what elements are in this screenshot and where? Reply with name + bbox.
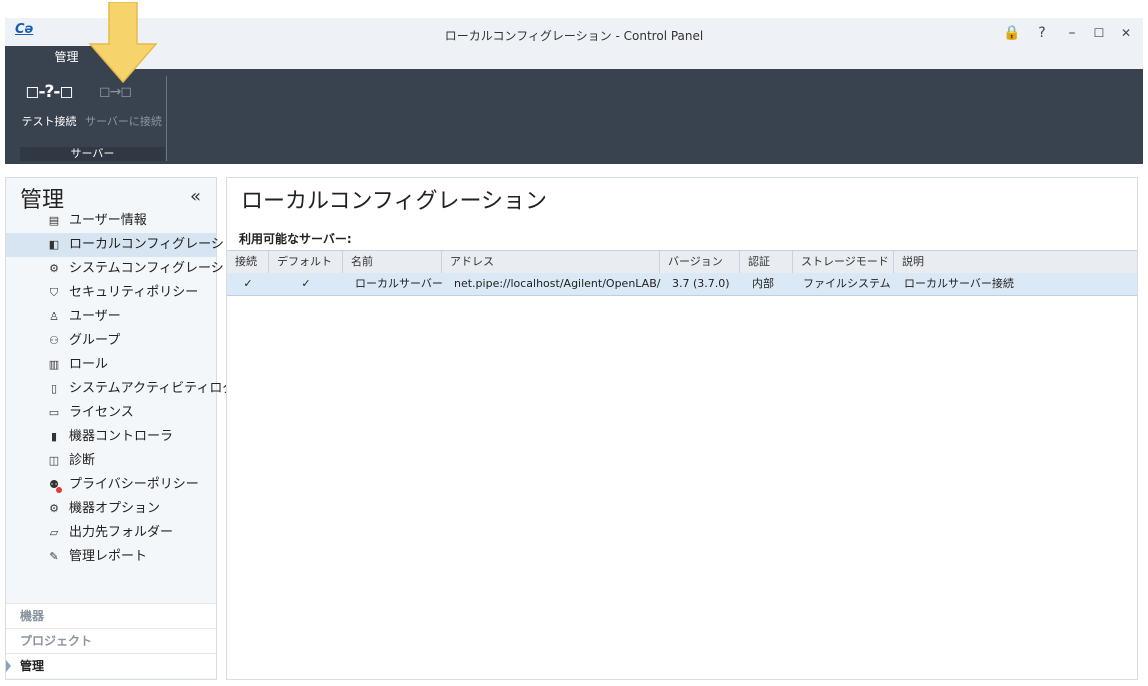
sidebar: 管理 « ▤ ユーザー情報 ◧ ローカルコンフィグレーション ⚙ システムコンフ… (5, 177, 250, 680)
cell-auth: 内部 (752, 277, 774, 290)
maximize-button[interactable]: ☐ (1088, 23, 1110, 43)
sidebar-item-label: ロール (69, 357, 109, 372)
group-icon: ⚇ (49, 334, 59, 347)
main-panel: ローカルコンフィグレーション 利用可能なサーバー: 接続 デフォルト 名前 アド… (226, 177, 1138, 680)
sidebar-item-label: 管理レポート (69, 549, 148, 564)
diagnostics-icon: ◫ (48, 454, 60, 467)
help-button[interactable]: ? (1031, 23, 1053, 43)
sidebar-item-users[interactable]: ♙ ユーザー (6, 305, 216, 329)
column-header-storage-mode[interactable]: ストレージモード (793, 251, 894, 273)
instrument-options-icon: ⚙ (49, 502, 59, 515)
alert-dot-icon (56, 487, 62, 493)
ribbon: ◻-?-◻ テスト接続 ◻→◻ サーバーに接続 サーバー (5, 69, 1143, 164)
section-label: 機器 (20, 609, 45, 623)
user-info-icon: ▤ (48, 214, 60, 227)
connect-server-label: サーバーに接続 (85, 115, 162, 128)
collapse-sidebar-button[interactable]: « (190, 186, 201, 207)
gear-icon: ⚙ (49, 262, 59, 275)
ribbon-tab-row: 管理 (5, 46, 1143, 69)
sidebar-item-label: グループ (69, 333, 121, 348)
ribbon-group-label: サーバー (20, 147, 165, 161)
section-administration[interactable]: 管理 (6, 653, 216, 678)
activity-log-icon: ▯ (50, 382, 58, 395)
sidebar-item-groups[interactable]: ⚇ グループ (6, 329, 216, 353)
folder-icon: ▱ (49, 526, 59, 539)
test-connection-button[interactable]: ◻-?-◻ テスト接続 (19, 77, 79, 137)
window-title: ローカルコンフィグレーション - Control Panel (444, 29, 704, 43)
annotation-arrow-icon (88, 2, 158, 84)
sidebar-item-security-policy[interactable]: ⛉ セキュリティポリシー (6, 281, 216, 305)
column-header-description[interactable]: 説明 (894, 251, 1137, 273)
selected-marker-icon (6, 660, 11, 672)
sidebar-item-local-configuration[interactable]: ◧ ローカルコンフィグレーション (6, 233, 250, 257)
sidebar-item-label: 機器コントローラ (69, 429, 174, 444)
sidebar-item-label: ユーザー情報 (69, 213, 147, 228)
shield-icon: ⛉ (49, 286, 59, 299)
sidebar-item-roles[interactable]: ▥ ロール (6, 353, 216, 377)
sidebar-item-label: セキュリティポリシー (69, 285, 199, 300)
sidebar-item-output-folders[interactable]: ▱ 出力先フォルダー (6, 521, 216, 545)
sidebar-item-label: 出力先フォルダー (69, 525, 174, 540)
section-label: 管理 (20, 659, 45, 673)
cell-description: ローカルサーバー接続 (904, 277, 1014, 290)
section-label: プロジェクト (20, 634, 93, 648)
lock-icon[interactable]: 🔒 (1001, 23, 1023, 43)
table-header: 接続 デフォルト 名前 アドレス バージョン 認証 ストレージモード 説明 (227, 250, 1137, 274)
column-header-version[interactable]: バージョン (660, 251, 740, 273)
sidebar-item-system-configuration[interactable]: ⚙ システムコンフィグレーション (6, 257, 250, 281)
instrument-controller-icon: ▮ (50, 430, 58, 443)
user-icon: ♙ (49, 310, 59, 323)
section-instruments[interactable]: 機器 (6, 603, 216, 628)
ribbon-group-separator (166, 76, 167, 161)
column-header-connected[interactable]: 接続 (227, 251, 269, 273)
column-header-address[interactable]: アドレス (442, 251, 660, 273)
cell-storage-mode: ファイルシステム (803, 277, 891, 290)
column-header-name[interactable]: 名前 (343, 251, 442, 273)
sidebar-item-label: 診断 (69, 453, 96, 468)
section-projects[interactable]: プロジェクト (6, 628, 216, 653)
close-button[interactable]: ✕ (1115, 23, 1137, 43)
sidebar-item-licenses[interactable]: ▭ ライセンス (6, 401, 216, 425)
sidebar-item-system-activity-log[interactable]: ▯ システムアクティビティログ (6, 377, 235, 401)
cell-name: ローカルサーバー (355, 277, 443, 290)
sidebar-item-admin-reports[interactable]: ✎ 管理レポート (6, 545, 216, 569)
sidebar-item-label: ユーザー (69, 309, 121, 324)
sidebar-item-label: プライバシーポリシー (69, 477, 199, 492)
cell-connected: ✓ (243, 277, 253, 290)
cell-default: ✓ (301, 277, 311, 290)
sidebar-item-label: システムアクティビティログ (69, 381, 236, 396)
page-title: ローカルコンフィグレーション (241, 189, 548, 214)
sidebar-item-label: ローカルコンフィグレーション (69, 237, 250, 252)
sidebar-item-label: 機器オプション (69, 501, 161, 516)
sidebar-item-diagnostics[interactable]: ◫ 診断 (6, 449, 216, 473)
sidebar-item-privacy-policy[interactable]: ⚉ プライバシーポリシー (6, 473, 216, 497)
column-header-auth[interactable]: 認証 (740, 251, 793, 273)
privacy-icon: ⚉ (49, 478, 59, 491)
sidebar-item-instrument-controllers[interactable]: ▮ 機器コントローラ (6, 425, 216, 449)
local-config-icon: ◧ (48, 238, 60, 251)
license-icon: ▭ (48, 406, 60, 419)
minimize-button[interactable]: – (1061, 23, 1083, 43)
role-icon: ▥ (48, 358, 60, 371)
table-row[interactable]: ✓ ✓ ローカルサーバー net.pipe://localhost/Agilen… (227, 273, 1137, 296)
cell-address: net.pipe://localhost/Agilent/OpenLAB/ (454, 277, 661, 290)
column-header-default[interactable]: デフォルト (269, 251, 343, 273)
test-connection-icon: ◻-?-◻ (25, 82, 73, 102)
connect-server-button[interactable]: ◻→◻ サーバーに接続 (85, 77, 162, 137)
available-servers-label: 利用可能なサーバー: (239, 232, 352, 246)
sidebar-item-instrument-options[interactable]: ⚙ 機器オプション (6, 497, 216, 521)
sidebar-item-user-info[interactable]: ▤ ユーザー情報 (6, 209, 216, 233)
test-connection-label: テスト接続 (21, 115, 77, 128)
report-icon: ✎ (49, 550, 59, 563)
sidebar-item-label: システムコンフィグレーション (69, 261, 250, 276)
sidebar-item-label: ライセンス (69, 405, 134, 420)
cell-version: 3.7 (3.7.0) (672, 277, 730, 290)
